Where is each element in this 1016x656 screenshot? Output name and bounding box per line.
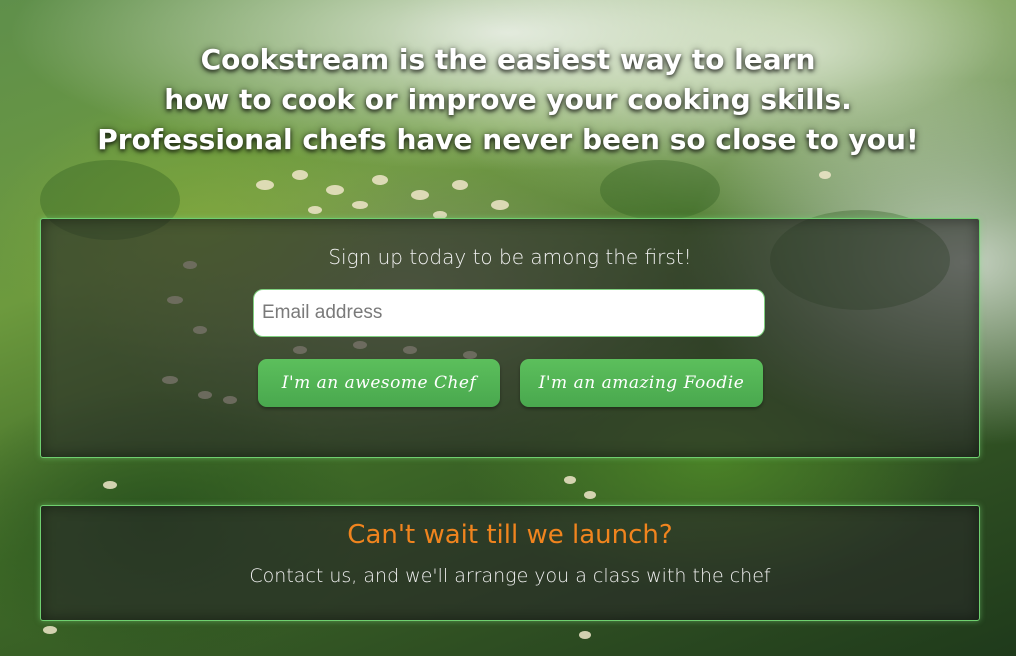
chef-signup-button[interactable]: I'm an awesome Chef xyxy=(258,359,500,407)
signup-panel: Sign up today to be among the first! I'm… xyxy=(40,218,980,458)
contact-title: Can't wait till we launch? xyxy=(347,520,673,550)
hero-headline: Cookstream is the easiest way to learn h… xyxy=(0,40,1016,160)
signup-prompt: Sign up today to be among the first! xyxy=(328,245,692,269)
hero-line-3: Professional chefs have never been so cl… xyxy=(97,123,919,156)
hero-line-2: how to cook or improve your cooking skil… xyxy=(164,83,852,116)
contact-text: Contact us, and we'll arrange you a clas… xyxy=(249,565,771,587)
hero-line-1: Cookstream is the easiest way to learn xyxy=(200,43,816,76)
contact-panel: Can't wait till we launch? Contact us, a… xyxy=(40,505,980,621)
email-input[interactable] xyxy=(253,289,765,337)
foodie-signup-button[interactable]: I'm an amazing Foodie xyxy=(520,359,763,407)
